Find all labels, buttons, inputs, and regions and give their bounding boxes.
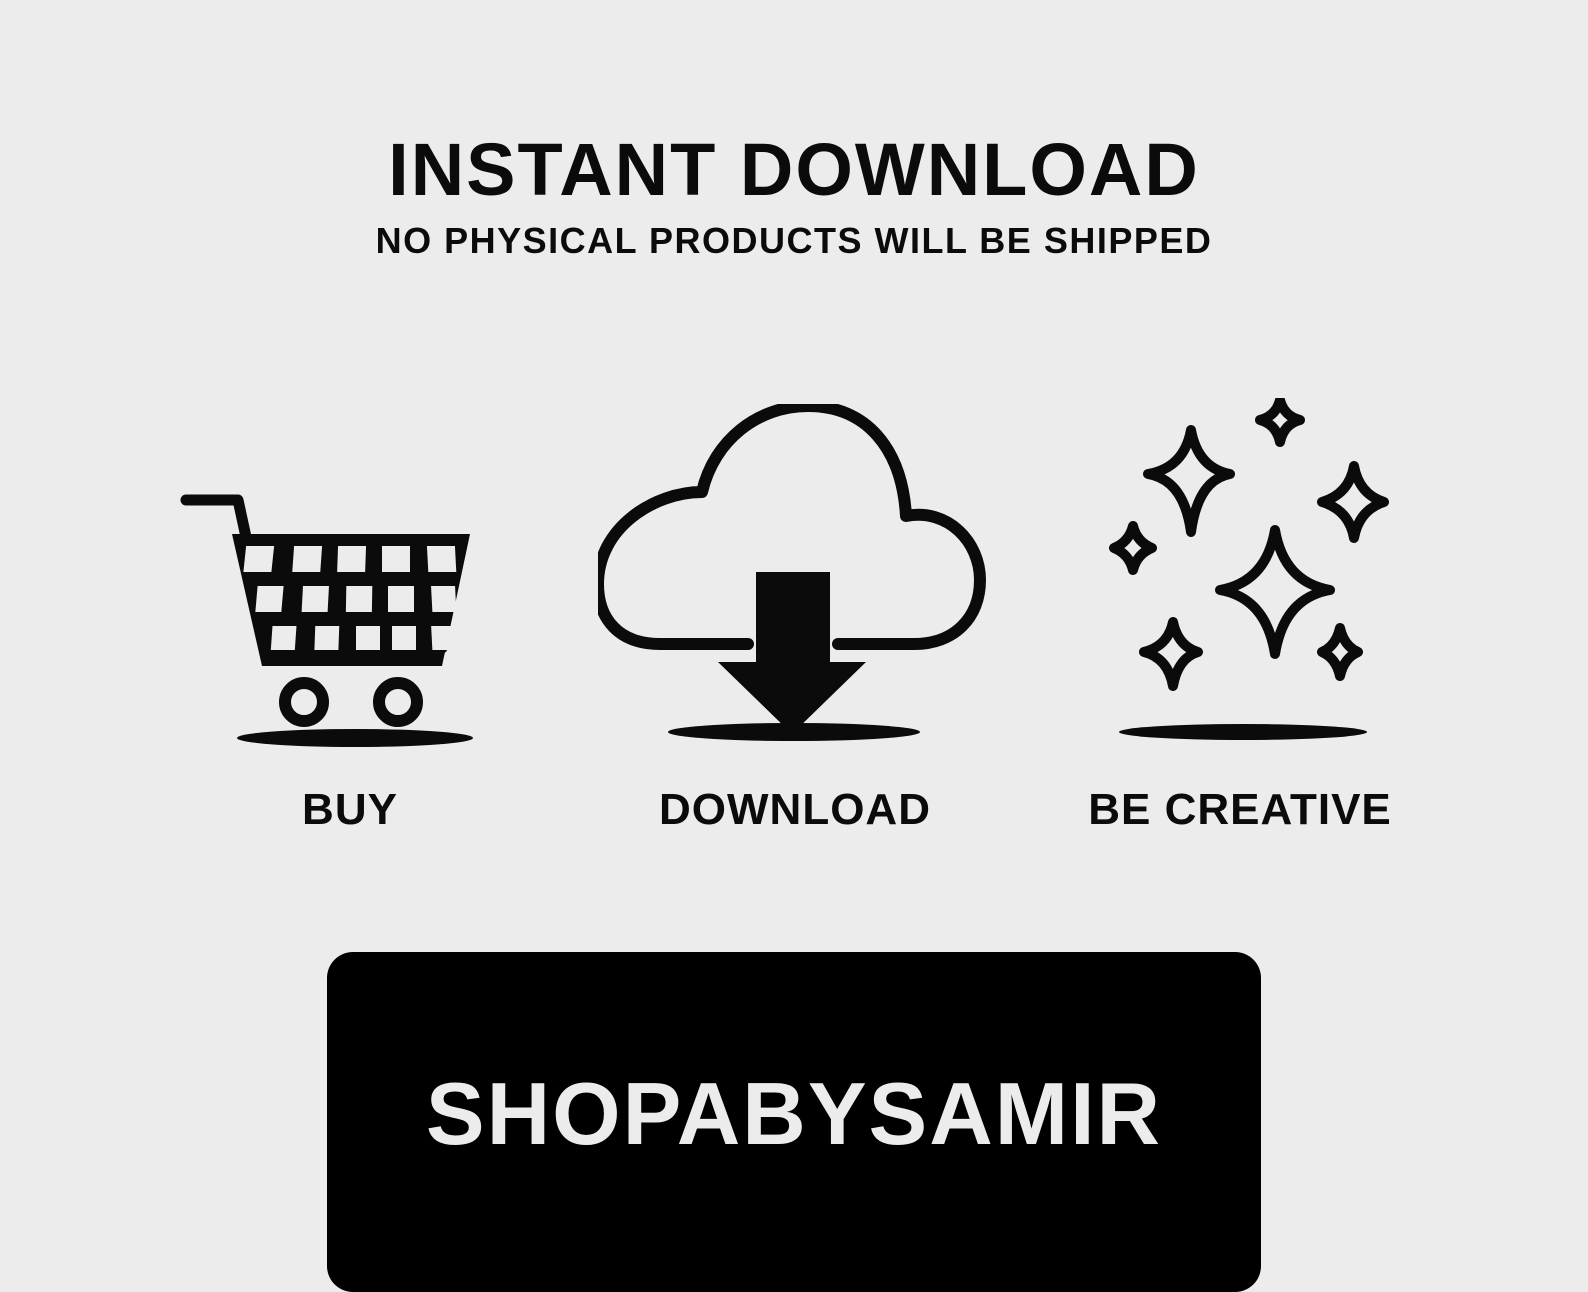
brand-name: SHOPABYSAMIR <box>425 1064 1163 1163</box>
cloud-download-icon <box>598 404 986 741</box>
step-label-buy: BUY <box>302 785 398 834</box>
brand-banner: SHOPABYSAMIR <box>327 952 1261 1292</box>
page-subtitle: NO PHYSICAL PRODUCTS WILL BE SHIPPED <box>375 220 1213 261</box>
step-label-be-creative: BE CREATIVE <box>1088 785 1392 834</box>
page-title: INSTANT DOWNLOAD <box>388 128 1200 211</box>
step-label-download: DOWNLOAD <box>659 785 931 834</box>
shopping-cart-icon <box>180 494 473 747</box>
sparkles-icon <box>1109 398 1389 740</box>
